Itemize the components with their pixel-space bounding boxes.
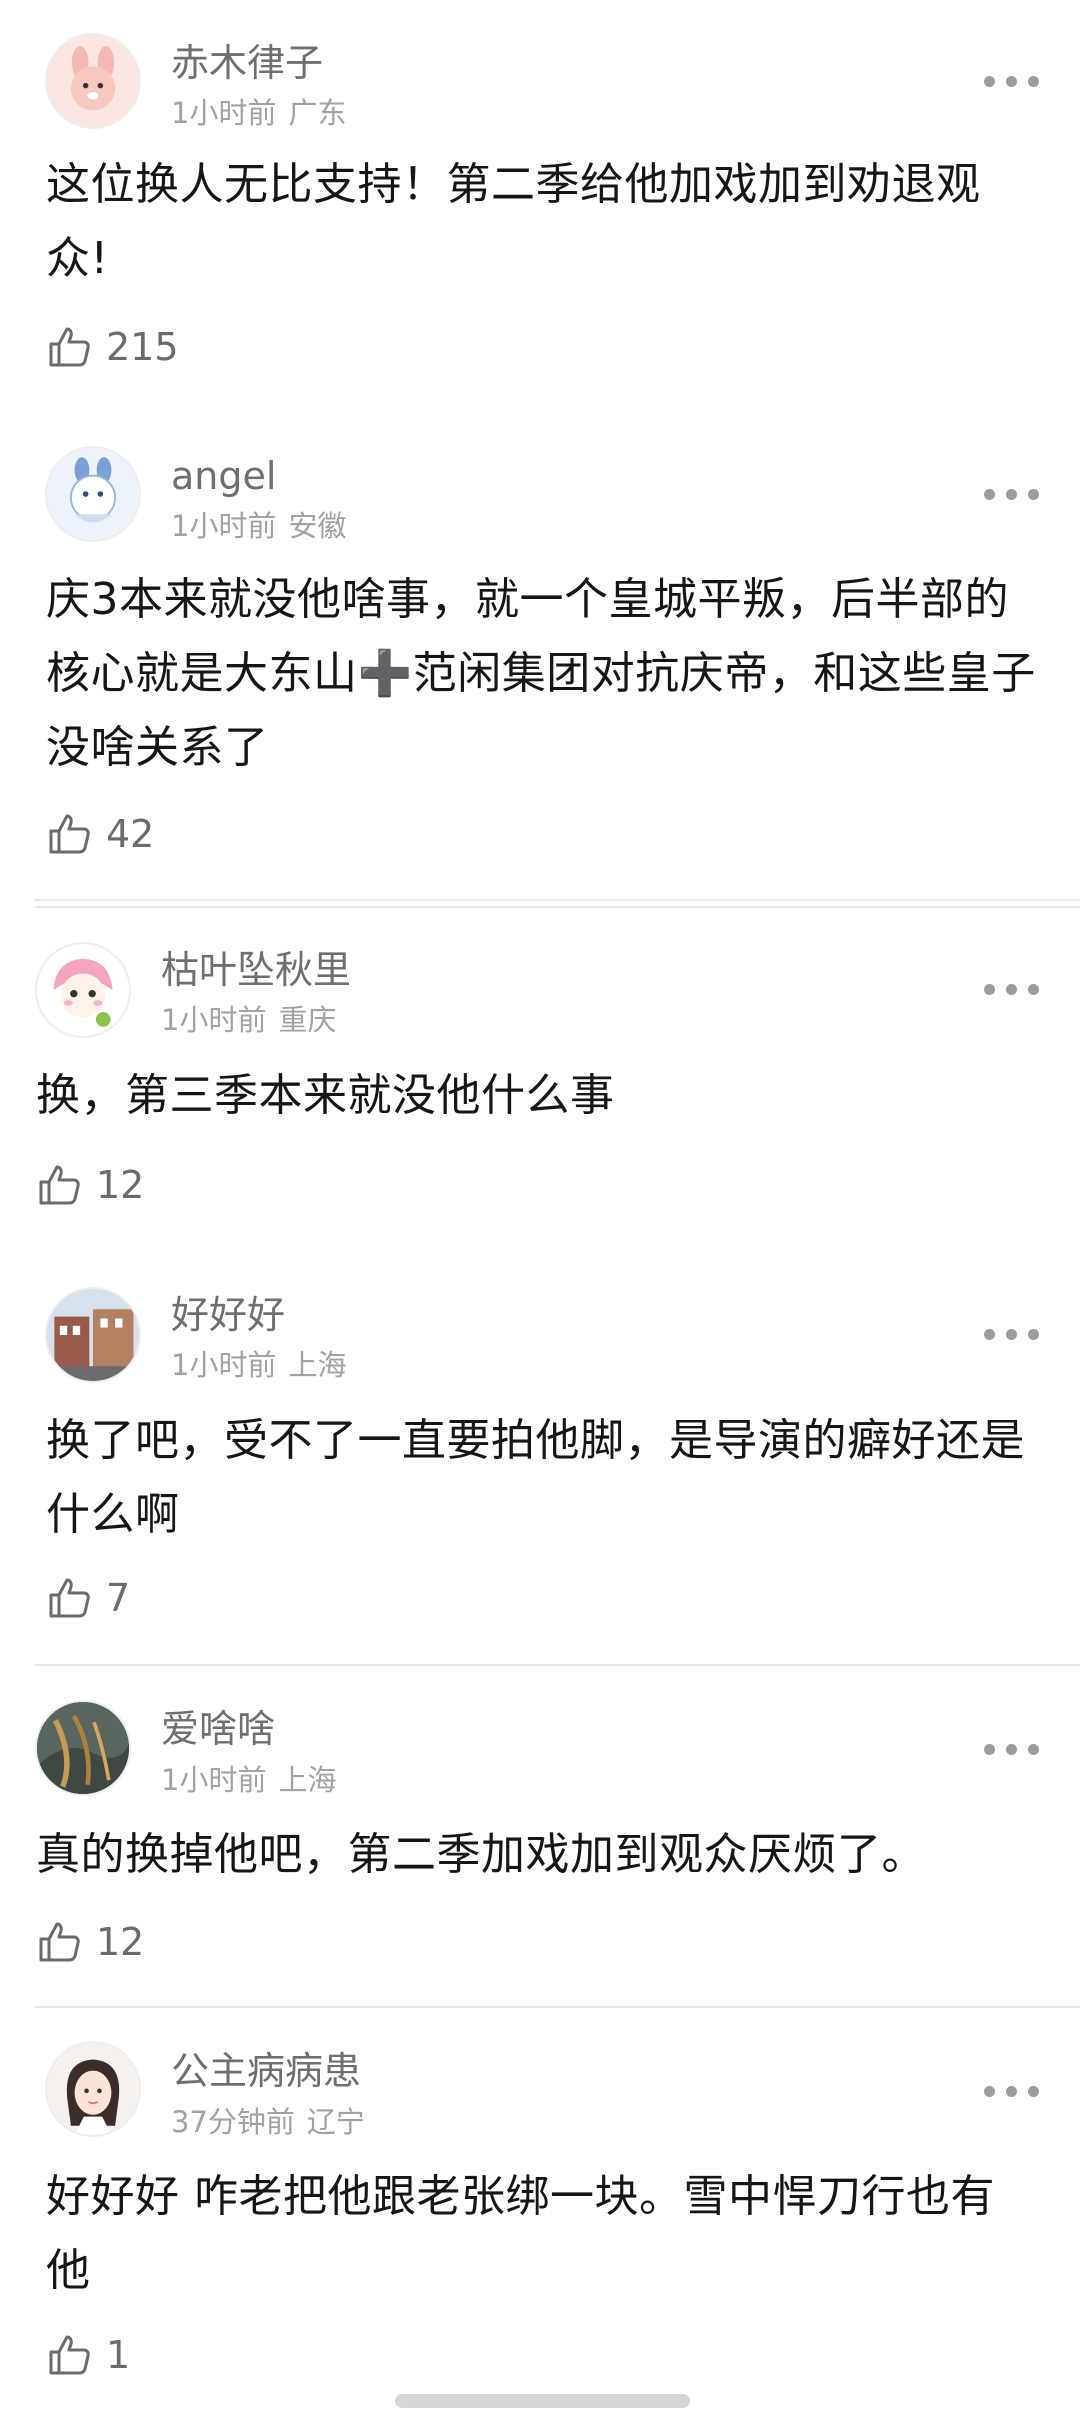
- like-count: 7: [106, 1576, 131, 1620]
- comment-text: 换了吧，受不了一直要拍他脚，是导演的癖好还是什么啊: [46, 1415, 1025, 1540]
- thumbs-up-icon: [49, 2335, 90, 2375]
- avatar[interactable]: [45, 1287, 141, 1383]
- comment-meta: 1小时前 上海: [161, 1763, 336, 1797]
- comment-time: 1小时前: [161, 1763, 267, 1797]
- username[interactable]: 赤木律子: [171, 41, 323, 85]
- like-count: 12: [96, 1920, 145, 1964]
- username[interactable]: 枯叶坠秋里: [161, 948, 351, 992]
- comment-text: 庆3本来就没他啥事，就一个皇城平叛，后半部的核心就是大东山➕范闲集团对抗庆帝，和…: [46, 574, 1036, 773]
- comment-time: 1小时前: [161, 1003, 267, 1037]
- like-count: 215: [106, 325, 179, 369]
- comment-time: 1小时前: [171, 1348, 277, 1382]
- more-options-icon[interactable]: [984, 2076, 1040, 2106]
- comment-time: 1小时前: [171, 96, 277, 130]
- like-button[interactable]: 42: [46, 806, 154, 862]
- like-count: 42: [106, 812, 155, 856]
- comment-text: 这位换人无比支持！第二季给他加戏加到劝退观众!: [46, 159, 981, 284]
- more-options-icon[interactable]: [984, 1319, 1040, 1349]
- avatar[interactable]: [45, 33, 141, 129]
- like-button[interactable]: 7: [46, 1570, 130, 1626]
- thumbs-up-icon: [49, 814, 90, 854]
- more-options-icon[interactable]: [984, 974, 1040, 1004]
- username[interactable]: 好好好: [171, 1293, 285, 1337]
- comment-text: 换，第三季本来就没他什么事: [36, 1070, 615, 1121]
- avatar[interactable]: [35, 1700, 131, 1796]
- comment-time: 37分钟前: [171, 2105, 295, 2139]
- avatar[interactable]: [45, 2041, 141, 2137]
- thumbs-up-icon: [39, 1165, 80, 1205]
- like-button[interactable]: 1: [46, 2327, 130, 2383]
- comment-location: 广东: [288, 96, 347, 130]
- comment-location: 辽宁: [306, 2105, 365, 2139]
- comment-location: 上海: [278, 1763, 337, 1797]
- comment-text: 真的换掉他吧，第二季加戏加到观众厌烦了。: [36, 1829, 926, 1880]
- comment-meta: 1小时前 上海: [171, 1348, 346, 1382]
- more-options-icon[interactable]: [984, 479, 1040, 509]
- thumbs-up-icon: [39, 1922, 80, 1962]
- username[interactable]: 公主病病患: [171, 2049, 361, 2093]
- like-button[interactable]: 12: [36, 1914, 144, 1970]
- comment-meta: 1小时前 安徽: [171, 509, 346, 543]
- comment-time: 1小时前: [171, 509, 277, 543]
- section-divider: [35, 1664, 1080, 1666]
- comment-text: 好好好 咋老把他跟老张绑一块。雪中悍刀行也有他: [46, 2171, 995, 2296]
- comment-meta: 37分钟前 辽宁: [171, 2105, 365, 2139]
- comment-meta: 1小时前 广东: [171, 96, 346, 130]
- avatar[interactable]: [35, 942, 131, 1038]
- thumbs-up-icon: [49, 1578, 90, 1618]
- like-count: 12: [96, 1163, 145, 1207]
- like-button[interactable]: 215: [46, 319, 179, 375]
- section-divider: [35, 899, 1080, 901]
- thumbs-up-icon: [49, 327, 90, 367]
- comment-location: 上海: [288, 1348, 347, 1382]
- comment-location: 重庆: [278, 1003, 337, 1037]
- home-indicator: [395, 2394, 690, 2408]
- like-count: 1: [106, 2333, 131, 2377]
- like-button[interactable]: 12: [36, 1157, 144, 1213]
- avatar[interactable]: [45, 446, 141, 542]
- comment-location: 安徽: [288, 509, 347, 543]
- more-options-icon[interactable]: [984, 1734, 1040, 1764]
- section-divider: [35, 2006, 1080, 2008]
- section-divider: [35, 906, 1080, 908]
- username[interactable]: 爱啥啥: [161, 1707, 275, 1751]
- comment-meta: 1小时前 重庆: [161, 1003, 336, 1037]
- username[interactable]: angel: [171, 454, 276, 498]
- more-options-icon[interactable]: [984, 66, 1040, 96]
